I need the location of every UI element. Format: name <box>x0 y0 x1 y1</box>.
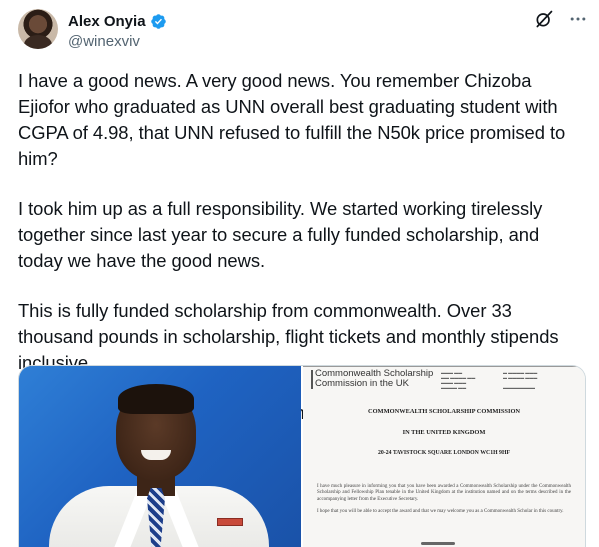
portrait-photo[interactable] <box>19 366 301 547</box>
doc-top-rule <box>303 366 585 367</box>
author-info: Alex Onyia @winexviv <box>68 11 167 50</box>
grok-slash-circle-icon[interactable] <box>534 9 554 29</box>
avatar[interactable] <box>18 9 58 49</box>
doc-organisation: Commonwealth Scholarship Commission in t… <box>311 369 435 389</box>
avatar-shoulders <box>24 35 52 49</box>
doc-title-line1: COMMONWEALTH SCHOLARSHIP COMMISSION <box>367 408 521 415</box>
tweet-header: Alex Onyia @winexviv <box>18 9 588 57</box>
doc-title-line3: 20-24 TAVISTOCK SQUARE LONDON WC1H 9HF <box>377 450 510 456</box>
verified-badge-icon <box>150 13 167 30</box>
more-horizontal-icon[interactable] <box>568 9 588 29</box>
tweet-paragraph-2: I took him up as a full responsibility. … <box>18 198 543 271</box>
doc-signature-mark <box>421 542 455 545</box>
tweet-paragraph-1: I have a good news. A very good news. Yo… <box>18 70 566 169</box>
doc-address-block: ▬▬▬ ▬▬ ▬▬ ▬▬▬▬ ▬▬ ▬▬▬ ▬▬▬ ▬▬▬▬ ▬▬ <box>441 370 476 390</box>
header-actions <box>534 9 588 29</box>
doc-org-bar <box>311 370 313 389</box>
doc-title-line2: IN THE UNITED KINGDOM <box>402 429 486 436</box>
media-grid: Commonwealth Scholarship Commission in t… <box>18 365 586 547</box>
doc-body-paragraph-1: I have much pleasure in informing you th… <box>317 484 571 502</box>
doc-contact-block: ▬ ▬▬▬▬ ▬▬▬ ▬ ▬▬▬▬ ▬▬▬ ▬▬▬▬▬▬▬▬ <box>503 370 538 390</box>
doc-org-line2: Commission in the UK <box>315 378 409 389</box>
photo-name-badge <box>217 518 243 526</box>
photo-hair <box>118 384 194 414</box>
handle[interactable]: @winexviv <box>68 33 167 50</box>
name-row: Alex Onyia <box>68 11 167 31</box>
scholarship-letter-photo[interactable]: Commonwealth Scholarship Commission in t… <box>303 366 585 547</box>
display-name[interactable]: Alex Onyia <box>68 13 146 30</box>
doc-body-paragraph-2: I hope that you will be able to accept t… <box>317 509 564 514</box>
